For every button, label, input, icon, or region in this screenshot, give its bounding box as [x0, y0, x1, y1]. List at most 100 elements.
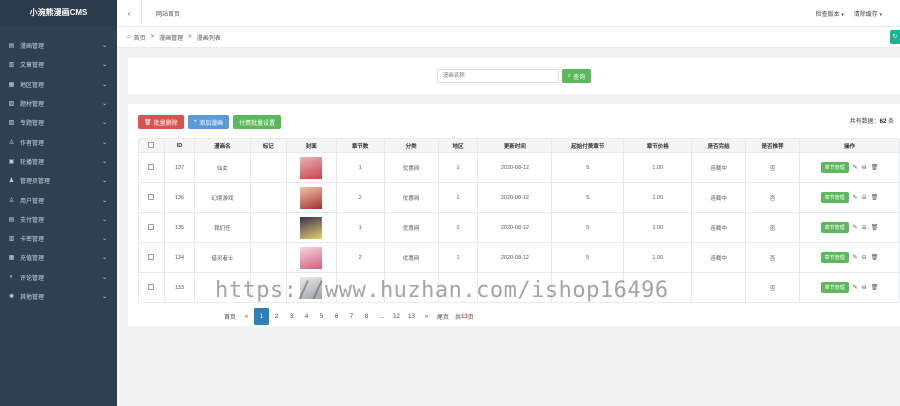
- row-checkbox[interactable]: [148, 253, 155, 260]
- chevron-down-icon: ⌄: [101, 81, 107, 88]
- sidebar-item-10[interactable]: ▥ 卡密管理 ⌄: [0, 229, 117, 248]
- batch-pay-settings-label: 付费批量设置: [239, 120, 276, 127]
- disable-icon[interactable]: ⊖: [862, 254, 867, 261]
- sidebar-nav: ▤ 漫画管理 ⌄ ▥ 文章管理 ⌄ ▦ 地区管理 ⌄ ▧ 题材管理 ⌄ ▨ 专题管理 ⌄ ♙ 作者管理 ⌄ ▣ 轮播管…: [0, 26, 117, 306]
- breadcrumb-comic-manage[interactable]: 漫画管理: [159, 33, 183, 42]
- row-checkbox[interactable]: [148, 223, 155, 230]
- row-checkbox[interactable]: [148, 193, 155, 200]
- column-header-7: 地区: [437, 138, 479, 153]
- card-icon: ▤: [8, 216, 15, 223]
- delete-icon[interactable]: 🗑: [871, 224, 879, 231]
- chevron-down-icon: ⌄: [101, 294, 107, 300]
- cover-cell: [285, 212, 337, 243]
- first-page-link[interactable]: 首页: [221, 308, 239, 325]
- page-link[interactable]: 6: [329, 308, 344, 325]
- page-link[interactable]: 13: [404, 308, 419, 325]
- disable-icon[interactable]: ⊖: [862, 164, 867, 171]
- cell-region: 1: [437, 212, 479, 243]
- next-page-link[interactable]: »: [419, 308, 434, 325]
- page-link[interactable]: 1: [254, 308, 270, 325]
- page-link[interactable]: 7: [344, 308, 359, 325]
- operations-cell: 章节管理 ✎ ⊖ 🗑: [798, 182, 900, 213]
- check-version-button[interactable]: 检查版本 ▾: [816, 9, 844, 18]
- sidebar-item-label: 专题管理: [20, 121, 45, 128]
- person-icon: ♟: [8, 178, 15, 185]
- row-checkbox[interactable]: [148, 283, 155, 290]
- disable-icon[interactable]: ⊖: [862, 194, 867, 201]
- cell-finished: 连载中: [691, 182, 747, 213]
- disable-icon[interactable]: ⊖: [862, 284, 867, 291]
- cell-name: 幻境游戏: [193, 182, 251, 213]
- sidebar-item-12[interactable]: ◐ 评论管理 ⌄: [0, 268, 117, 287]
- chapter-manage-button[interactable]: 章节管理: [820, 222, 849, 233]
- sidebar-item-0[interactable]: ▤ 漫画管理 ⌄: [0, 36, 117, 55]
- row-checkbox[interactable]: [148, 163, 155, 170]
- sidebar-item-6[interactable]: ▣ 轮播管理 ⌄: [0, 152, 117, 171]
- refresh-button[interactable]: ↻: [890, 30, 900, 44]
- page-link[interactable]: 4: [299, 308, 314, 325]
- row-actions: 章节管理 ✎ ⊖ 🗑: [820, 282, 879, 293]
- disable-icon[interactable]: ⊖: [862, 224, 867, 231]
- sidebar-item-7[interactable]: ♟ 管理员管理 ⌄: [0, 171, 117, 190]
- sidebar-item-1[interactable]: ▥ 文章管理 ⌄: [0, 55, 117, 74]
- sidebar-item-label: 管理员管理: [20, 179, 51, 186]
- cell-updated: 2020-08-12: [477, 212, 553, 243]
- cell-recommend: 否: [745, 242, 800, 273]
- cell-name: 仙女: [193, 152, 251, 183]
- select-all-checkbox[interactable]: [148, 141, 155, 148]
- chapter-manage-button[interactable]: 章节管理: [820, 192, 849, 203]
- batch-pay-settings-button[interactable]: 付费批量设置: [233, 115, 282, 129]
- page-link[interactable]: 5: [314, 308, 329, 325]
- chapter-manage-button[interactable]: 章节管理: [820, 252, 849, 263]
- toolbar: 🗑 批量删除 + 添加漫画 付费批量设置: [138, 115, 282, 129]
- search-button[interactable]: ⌕ 查询: [561, 69, 592, 83]
- clear-cache-button[interactable]: 清除缓存 ▾: [854, 9, 882, 18]
- breadcrumb-home[interactable]: 首页: [134, 33, 146, 42]
- refresh-icon: ↻: [892, 34, 898, 40]
- edit-icon[interactable]: ✎: [853, 194, 858, 201]
- search-input[interactable]: [436, 69, 559, 83]
- edit-icon[interactable]: ✎: [853, 284, 858, 291]
- sidebar-item-13[interactable]: ✺ 其他管理 ⌄: [0, 287, 117, 306]
- sidebar-item-2[interactable]: ▦ 地区管理 ⌄: [0, 75, 117, 94]
- column-header-9: 起始付费章节: [551, 138, 625, 153]
- column-header-5: 章节数: [335, 138, 385, 153]
- delete-icon[interactable]: 🗑: [871, 254, 879, 261]
- sidebar-item-4[interactable]: ▨ 专题管理 ⌄: [0, 113, 117, 132]
- last-page-link[interactable]: 尾页: [434, 308, 452, 325]
- search-icon: ⌕: [567, 72, 572, 79]
- delete-icon[interactable]: 🗑: [871, 284, 879, 291]
- sidebar-item-5[interactable]: ♙ 作者管理 ⌄: [0, 132, 117, 151]
- sidebar-item-3[interactable]: ▧ 题材管理 ⌄: [0, 94, 117, 113]
- add-comic-button[interactable]: + 添加漫画: [187, 115, 230, 129]
- tab-home[interactable]: 网站首页: [142, 9, 180, 18]
- edit-icon[interactable]: ✎: [853, 224, 858, 231]
- prev-page-link[interactable]: «: [239, 308, 254, 325]
- page-link[interactable]: 12: [389, 308, 404, 325]
- sidebar-item-label: 充值管理: [20, 256, 45, 263]
- cell-category: 优惠网: [383, 212, 439, 243]
- table-header-row: ID 漫画名 标记 封面 章节数 分类 地区 更新时间 起始付费章节 章节价格 是否完结 是否推荐 操作: [138, 138, 900, 153]
- clear-cache-label: 清除缓存: [853, 12, 878, 18]
- sidebar-item-11[interactable]: ▦ 充值管理 ⌄: [0, 248, 117, 267]
- image-icon: ▣: [8, 158, 15, 165]
- sidebar-item-9[interactable]: ▤ 支付管理 ⌄: [0, 210, 117, 229]
- batch-delete-button[interactable]: 🗑 批量删除: [138, 115, 184, 129]
- page-link[interactable]: 2: [269, 308, 284, 325]
- column-header-10: 章节价格: [623, 138, 693, 153]
- topbar-actions: 检查版本 ▾ 清除缓存 ▾: [816, 0, 882, 27]
- edit-icon[interactable]: ✎: [853, 164, 858, 171]
- sidebar-item-8[interactable]: ♙ 用户管理 ⌄: [0, 190, 117, 209]
- plus-icon: +: [193, 119, 198, 125]
- page-link[interactable]: 8: [359, 308, 374, 325]
- delete-icon[interactable]: 🗑: [871, 194, 879, 201]
- chevron-down-icon: ⌄: [101, 120, 107, 127]
- chapter-manage-button[interactable]: 章节管理: [820, 162, 849, 173]
- back-icon[interactable]: ‹: [117, 9, 141, 18]
- breadcrumb-sep: >: [150, 34, 155, 40]
- delete-icon[interactable]: 🗑: [871, 164, 879, 171]
- page-link[interactable]: 3: [284, 308, 299, 325]
- chapter-manage-button[interactable]: 章节管理: [820, 282, 849, 293]
- edit-icon[interactable]: ✎: [853, 254, 858, 261]
- batch-delete-label: 批量删除: [153, 120, 178, 127]
